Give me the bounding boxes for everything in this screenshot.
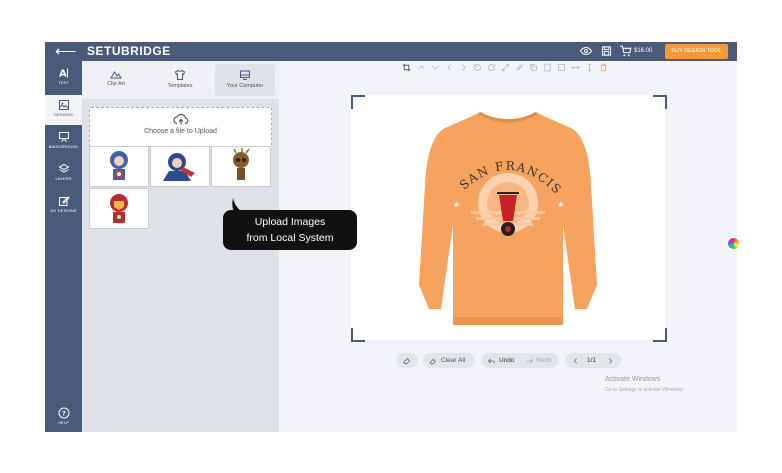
sidebar-item-background[interactable]: BACKGROUND <box>45 127 82 157</box>
color-picker-icon[interactable] <box>727 237 740 250</box>
sidebar-item-text[interactable]: A TEXT <box>45 63 82 93</box>
groot-image <box>233 148 250 180</box>
captain-america-chibi-image <box>110 151 128 180</box>
thumbnail-captain-america-flying[interactable] <box>150 146 210 187</box>
page-navigator: 1/1 <box>565 353 621 368</box>
trash-icon[interactable] <box>599 63 608 72</box>
captain-america-flying-image <box>163 153 195 181</box>
sidebar-item-label: MY DESIGNS <box>50 208 77 213</box>
image-icon <box>58 100 69 110</box>
sidebar-item-label: LAYERS <box>55 176 72 181</box>
easel-icon <box>58 132 69 142</box>
rotate-left-icon[interactable] <box>473 63 482 72</box>
tab-label: Your Computer <box>226 83 264 89</box>
tab-your-computer[interactable]: Your Computer <box>215 64 275 96</box>
save-icon[interactable] <box>601 45 612 57</box>
svg-text:SAN FRANCISCO: SAN FRANCISCO <box>351 95 565 197</box>
clear-all-label: Clear All <box>441 357 466 364</box>
brand-title: SETUBRIDGE <box>87 44 171 58</box>
design-canvas[interactable]: ★ ★ SAN FRANCISCO <box>351 95 665 340</box>
page-prev-icon[interactable] <box>572 357 579 365</box>
eraser-icon <box>429 358 436 365</box>
clear-all-button[interactable]: Clear All <box>423 353 475 368</box>
chevron-left-icon[interactable] <box>445 63 454 72</box>
mountain-icon <box>110 71 122 79</box>
shirt-text-layer[interactable]: SAN FRANCISCO <box>351 95 665 340</box>
edit-icon <box>58 196 70 206</box>
upload-label: Choose a file to Upload <box>144 128 217 135</box>
tooltip-tail <box>232 198 245 214</box>
help-icon: ? <box>58 407 69 419</box>
canvas-corner-bottom-left <box>351 328 365 342</box>
thumbnail-iron-man[interactable] <box>89 188 149 229</box>
text-icon: A <box>59 68 68 80</box>
upload-dropzone[interactable]: Choose a file to Upload <box>89 107 272 147</box>
horizontal-resize-icon[interactable] <box>571 63 580 72</box>
canvas-toolbar <box>365 61 635 75</box>
tooltip-line-1: Upload Images <box>254 216 326 228</box>
eye-icon[interactable] <box>580 45 592 57</box>
sidebar-item-help[interactable]: ? HELP <box>45 403 82 432</box>
sidebar-item-layers[interactable]: LAYERS <box>45 159 82 189</box>
cloud-upload-icon <box>172 113 188 125</box>
rotate-right-icon[interactable] <box>487 63 496 72</box>
canvas-corner-top-right <box>653 95 667 109</box>
shirt-print-text: SAN FRANCISCO <box>351 95 563 197</box>
chevron-right-icon[interactable] <box>459 63 468 72</box>
sidebar-item-label: TEXT <box>58 80 69 85</box>
undo-icon[interactable] <box>487 357 496 365</box>
tooltip-line-2: from Local System <box>246 232 334 244</box>
thumbnail-groot[interactable] <box>211 146 271 187</box>
sidebar-item-label: HELP <box>58 420 69 425</box>
eraser-button[interactable] <box>396 353 418 368</box>
canvas-corner-top-left <box>351 95 365 109</box>
layers-icon <box>57 163 70 173</box>
chevron-down-icon[interactable] <box>431 63 440 72</box>
activate-windows-subtitle: Go to Settings to activate Windows. <box>605 387 684 393</box>
redo-icon[interactable] <box>525 357 534 365</box>
sidebar-item-label: BACKGROUND <box>48 144 79 149</box>
chevron-up-icon[interactable] <box>417 63 426 72</box>
tab-label: Templates <box>167 83 193 89</box>
tab-label: Clip Art <box>107 81 125 87</box>
eraser-icon <box>403 358 411 365</box>
arrow-left-icon[interactable]: ⟵ <box>55 42 77 61</box>
vertical-resize-icon[interactable] <box>585 63 594 72</box>
cart-price: $16.00 <box>634 48 653 54</box>
monitor-icon <box>240 70 250 80</box>
top-bar: ⟵ SETUBRIDGE $16.00 BUY DESIGN TOOL <box>45 42 737 61</box>
page-icon[interactable] <box>543 63 552 72</box>
sidebar-item-label: DESIGNS <box>54 112 73 117</box>
redo-button[interactable]: Redo <box>536 353 552 368</box>
design-tool-app: ⟵ SETUBRIDGE $16.00 BUY DESIGN TOOL A TE… <box>45 42 737 432</box>
page-indicator: 1/1 <box>587 357 597 364</box>
sidebar-item-my-designs[interactable]: MY DESIGNS <box>45 191 82 221</box>
shirt-icon <box>174 69 186 80</box>
tab-clip-art[interactable]: Clip Art <box>86 64 146 96</box>
buy-design-tool-button[interactable]: BUY DESIGN TOOL <box>665 44 728 59</box>
activate-windows-title: Activate Windows <box>605 376 661 383</box>
svg-text:?: ? <box>62 410 66 418</box>
left-sidebar: A TEXT DESIGNS BACKGROUND LAYERS MY DESI… <box>45 61 82 432</box>
iron-man-image <box>110 194 128 223</box>
sidebar-item-designs[interactable]: DESIGNS <box>45 95 82 125</box>
fit-icon[interactable] <box>557 63 566 72</box>
panel-tabs: Clip Art Templates Your Computer <box>82 61 279 99</box>
canvas-corner-bottom-right <box>653 328 667 342</box>
tab-templates[interactable]: Templates <box>150 64 210 96</box>
copy-icon[interactable] <box>529 63 538 72</box>
thumbnail-captain-america-chibi[interactable] <box>89 146 149 187</box>
upload-tooltip: Upload Images from Local System <box>223 198 357 250</box>
undo-button[interactable]: Undo <box>499 353 515 368</box>
shrink-icon[interactable] <box>515 63 524 72</box>
cart-icon[interactable] <box>619 44 632 58</box>
expand-icon[interactable] <box>501 63 510 72</box>
page-next-icon[interactable] <box>607 357 614 365</box>
crop-icon[interactable] <box>402 63 411 72</box>
svg-text:A: A <box>59 69 67 80</box>
undo-redo-group: Undo Redo <box>481 353 559 368</box>
